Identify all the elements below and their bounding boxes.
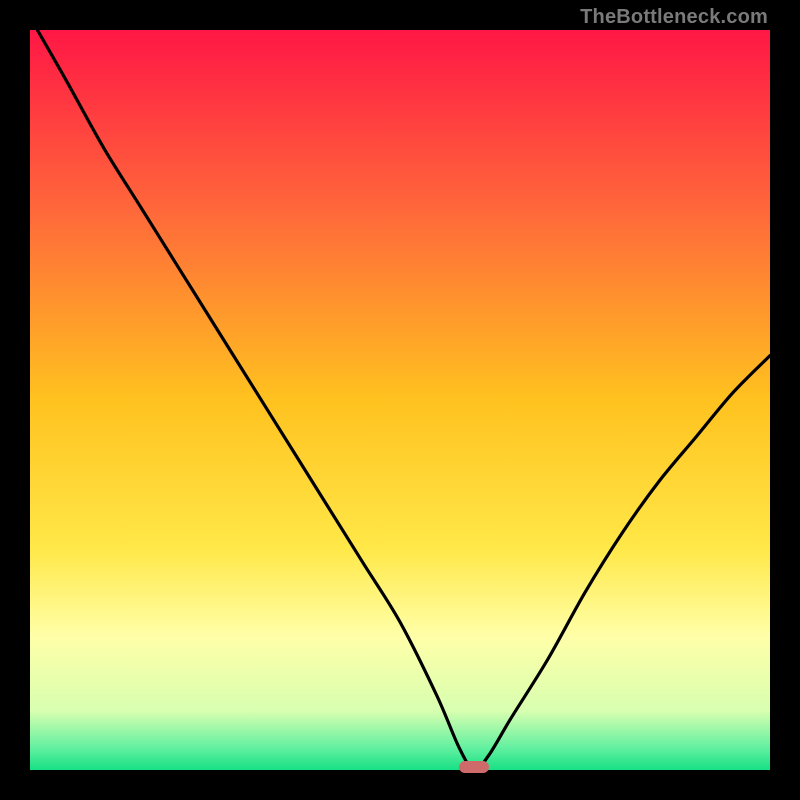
plot-area [30,30,770,770]
curve-layer [30,30,770,770]
bottleneck-curve [37,30,770,770]
optimal-marker [459,761,489,773]
watermark-text: TheBottleneck.com [580,6,768,29]
bottleneck-chart: TheBottleneck.com [0,0,800,800]
